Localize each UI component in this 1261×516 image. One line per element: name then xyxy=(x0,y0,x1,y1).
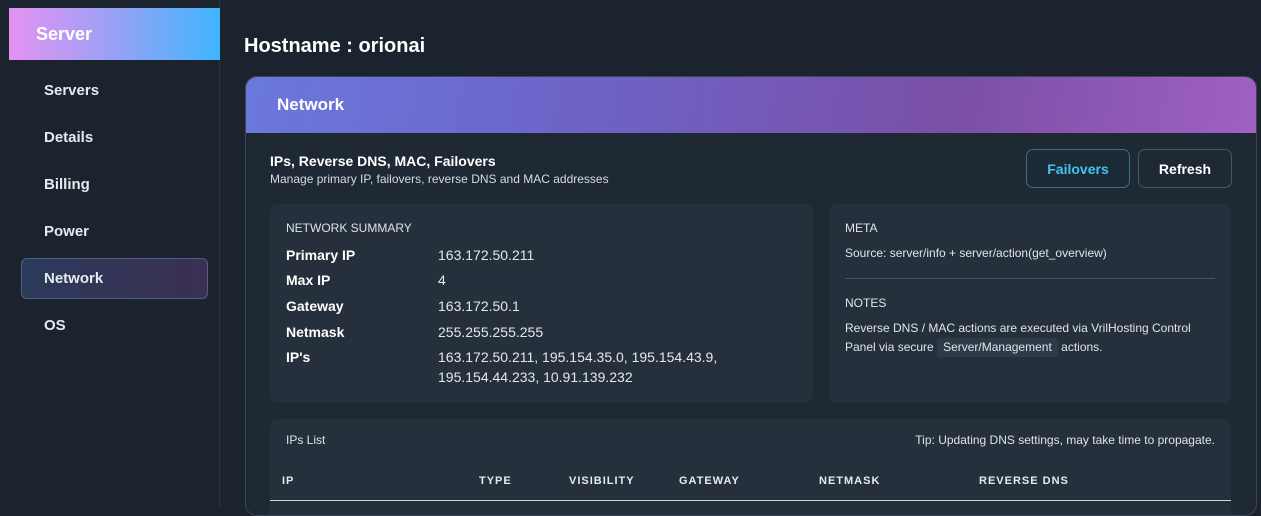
ips-list-title: IPs List xyxy=(286,433,326,447)
column-header-netmask[interactable]: NETMASK xyxy=(819,475,880,487)
summary-value-netmask: 255.255.255.255 xyxy=(438,324,544,340)
summary-label: NETWORK SUMMARY xyxy=(286,221,412,235)
ips-list-tip: Tip: Updating DNS settings, may take tim… xyxy=(915,433,1215,447)
section-title: IPs, Reverse DNS, MAC, Failovers xyxy=(270,153,496,169)
meta-panel: META Source: server/info + server/action… xyxy=(829,204,1231,403)
notes-text: Reverse DNS / MAC actions are executed v… xyxy=(845,319,1215,357)
column-header-type[interactable]: TYPE xyxy=(479,475,512,487)
summary-key-gateway: Gateway xyxy=(286,298,344,314)
column-header-gateway[interactable]: GATEWAY xyxy=(679,475,740,487)
summary-value-primary-ip: 163.172.50.211 xyxy=(438,247,535,263)
summary-key-primary-ip: Primary IP xyxy=(286,247,356,263)
sidebar-item-billing[interactable]: Billing xyxy=(21,164,208,205)
card-title: Network xyxy=(246,77,1256,133)
summary-value-gateway: 163.172.50.1 xyxy=(438,298,520,314)
meta-source: Source: server/info + server/action(get_… xyxy=(845,246,1107,260)
summary-value-max-ip: 4 xyxy=(438,272,446,288)
refresh-button[interactable]: Refresh xyxy=(1138,149,1232,188)
ips-list-panel: IPs List Tip: Updating DNS settings, may… xyxy=(270,419,1231,515)
sidebar-item-servers[interactable]: Servers xyxy=(21,70,208,111)
meta-label: META xyxy=(845,221,878,235)
network-summary-panel: NETWORK SUMMARY Primary IP 163.172.50.21… xyxy=(270,204,813,403)
column-header-reverse-dns[interactable]: REVERSE DNS xyxy=(979,475,1069,487)
page-title: Hostname : orionai xyxy=(244,35,426,57)
sidebar-nav: Servers Details Billing Power Network OS xyxy=(21,70,208,352)
sidebar-item-details[interactable]: Details xyxy=(21,117,208,158)
notes-code: Server/Management xyxy=(937,338,1058,357)
summary-key-ips: IP's xyxy=(286,349,311,365)
meta-divider xyxy=(845,278,1215,279)
sidebar-title: Server xyxy=(9,8,220,60)
column-header-ip[interactable]: IP xyxy=(282,475,294,487)
network-card: Network IPs, Reverse DNS, MAC, Failovers… xyxy=(245,76,1257,516)
sidebar-item-power[interactable]: Power xyxy=(21,211,208,252)
summary-key-max-ip: Max IP xyxy=(286,272,331,288)
section-subtitle: Manage primary IP, failovers, reverse DN… xyxy=(270,172,609,186)
column-header-visibility[interactable]: VISIBILITY xyxy=(569,475,635,487)
main-content: Hostname : orionai Network IPs, Reverse … xyxy=(221,0,1261,516)
sidebar: Server Servers Details Billing Power Net… xyxy=(0,0,220,507)
sidebar-item-network[interactable]: Network xyxy=(21,258,208,299)
sidebar-item-os[interactable]: OS xyxy=(21,305,208,346)
summary-key-netmask: Netmask xyxy=(286,324,345,340)
table-header-divider xyxy=(270,500,1231,501)
notes-suffix: actions. xyxy=(1061,340,1103,354)
failovers-button[interactable]: Failovers xyxy=(1026,149,1130,188)
notes-label: NOTES xyxy=(845,296,887,310)
summary-value-ips: 163.172.50.211, 195.154.35.0, 195.154.43… xyxy=(438,349,718,385)
